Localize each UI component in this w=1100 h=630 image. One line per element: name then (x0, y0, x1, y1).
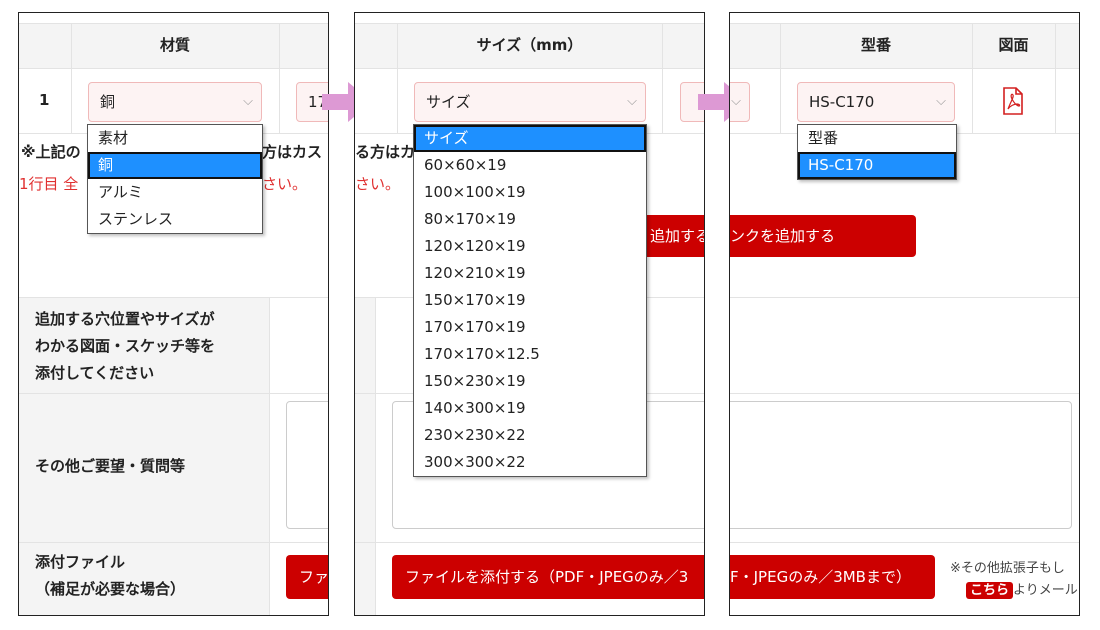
divider (1055, 23, 1056, 133)
requests-textarea[interactable] (286, 401, 328, 529)
attach-file-label: 添付ファイル （補足が必要な場合） (35, 553, 186, 598)
divider (662, 23, 663, 133)
panel-material: 材質 1 銅 ⌵ 17 ※上記の 方はカス 1行目 全 さい。 素材 銅 アルミ… (18, 12, 329, 616)
warning-suffix: さい。 (262, 175, 308, 193)
material-option[interactable]: 素材 (88, 125, 262, 152)
row-number: 1 (39, 91, 50, 109)
section-divider (730, 542, 1079, 543)
attach-file-button[interactable]: F・JPEGのみ／3MBまで） (730, 555, 935, 599)
label-cell (355, 298, 375, 615)
requests-textarea[interactable] (730, 401, 1072, 529)
attach-file-button[interactable]: ファイルを添付する（PDF・JPEGのみ／3 (392, 555, 704, 599)
size-option[interactable]: 230×230×22 (414, 422, 646, 449)
attach-file-button[interactable]: ファ (286, 555, 328, 599)
note-suffix: る方はカ (355, 143, 416, 161)
size-option[interactable]: 170×170×12.5 (414, 341, 646, 368)
model-option[interactable]: 型番 (798, 125, 956, 152)
size-select[interactable]: サイズ ⌵ (414, 82, 646, 122)
size-option[interactable]: 100×100×19 (414, 179, 646, 206)
size-option[interactable]: 150×170×19 (414, 287, 646, 314)
divider (269, 298, 270, 615)
material-option[interactable]: ステンレス (88, 206, 262, 233)
size-option[interactable]: 300×300×22 (414, 449, 646, 476)
size-option-selected[interactable]: サイズ (414, 125, 646, 152)
size-option[interactable]: 120×210×19 (414, 260, 646, 287)
header-material: 材質 (159, 36, 190, 54)
other-requests-label: その他ご要望・質問等 (35, 457, 186, 475)
header-drawing: 図面 (998, 36, 1029, 54)
size-option[interactable]: 120×120×19 (414, 233, 646, 260)
size-select-partial[interactable]: ⌵ (730, 82, 750, 122)
chevron-down-icon: ⌵ (936, 94, 946, 109)
chevron-down-icon: ⌵ (243, 94, 253, 109)
material-select-value: 銅 (100, 93, 116, 111)
size-option[interactable]: 170×170×19 (414, 314, 646, 341)
material-select[interactable]: 銅 ⌵ (88, 82, 262, 122)
chevron-down-icon: ⌵ (731, 94, 741, 109)
warning-suffix: さい。 (355, 175, 401, 193)
header-size: サイズ（mm） (476, 36, 583, 54)
mail-suffix: よりメール (1013, 583, 1078, 598)
size-option[interactable]: 80×170×19 (414, 206, 646, 233)
material-option-selected[interactable]: 銅 (88, 152, 262, 179)
chevron-down-icon: ⌵ (627, 94, 637, 109)
section-divider (730, 297, 1079, 298)
size-select-value: サイズ (426, 93, 471, 111)
section-divider (355, 542, 704, 543)
model-dropdown[interactable]: 型番 HS-C170 (797, 124, 957, 180)
mail-link-line: こちら よりメール (966, 579, 1078, 599)
pdf-file-icon[interactable] (1002, 87, 1024, 115)
kochira-link[interactable]: こちら (966, 582, 1014, 599)
model-option-selected[interactable]: HS-C170 (798, 152, 956, 179)
size-option[interactable]: 60×60×19 (414, 152, 646, 179)
note-prefix: ※上記の (21, 143, 81, 161)
model-select-value: HS-C170 (809, 93, 875, 111)
model-select[interactable]: HS-C170 ⌵ (797, 82, 955, 122)
header-model: 型番 (860, 36, 891, 54)
attach-hole-label: 追加する穴位置やサイズが わかる図面・スケッチ等を 添付してください (35, 310, 216, 382)
note-suffix: 方はカス (262, 143, 323, 161)
size-dropdown[interactable]: サイズ 60×60×19 100×100×19 80×170×19 120×12… (413, 124, 647, 477)
other-ext-note: ※その他拡張子もし (950, 561, 1065, 576)
divider (375, 298, 376, 615)
panel-model: 型番 図面 ⌵ HS-C170 ⌵ 型番 HS-C170 ンクを追加する F・J… (729, 12, 1080, 616)
panel-size: サイズ（mm） サイズ ⌵ る方はカ さい。 追加する ファイルを添付する（PD… (354, 12, 705, 616)
material-dropdown[interactable]: 素材 銅 アルミ ステンレス (87, 124, 263, 234)
warning-prefix: 1行目 全 (19, 175, 79, 193)
section-divider (730, 393, 1079, 394)
divider (279, 23, 280, 133)
size-option[interactable]: 140×300×19 (414, 395, 646, 422)
size-option[interactable]: 150×230×19 (414, 368, 646, 395)
material-option[interactable]: アルミ (88, 179, 262, 206)
add-sink-button[interactable]: ンクを追加する (730, 215, 916, 257)
